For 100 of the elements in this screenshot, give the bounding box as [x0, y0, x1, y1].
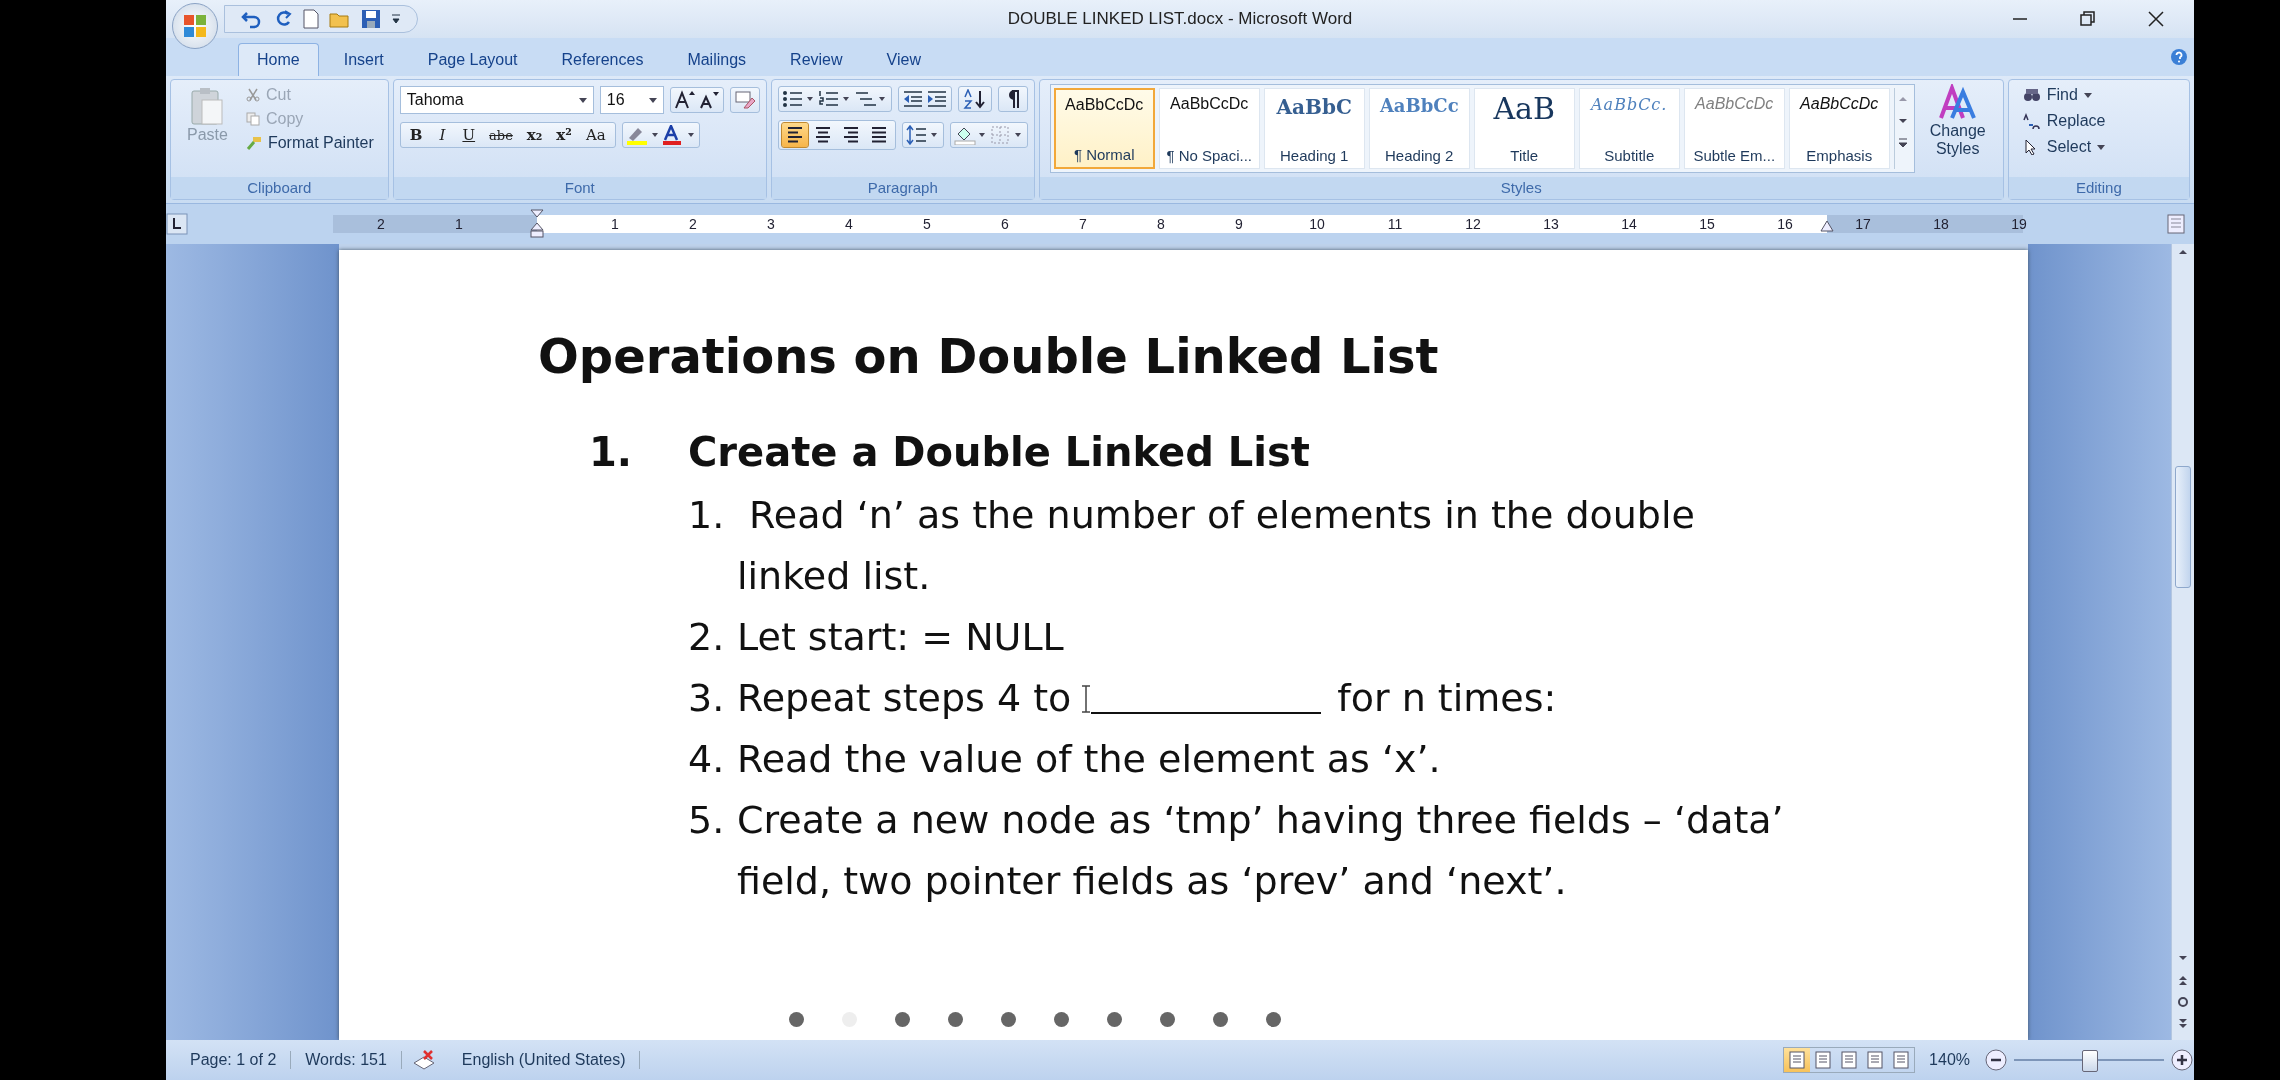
- group-label: Clipboard: [171, 177, 388, 199]
- zoom-in-icon[interactable]: [2170, 1048, 2194, 1072]
- ruler-number: 15: [1699, 215, 1715, 233]
- format-button[interactable]: x²: [550, 125, 578, 145]
- style-preset[interactable]: AaBbCc Heading 2: [1368, 88, 1470, 169]
- undo-icon[interactable]: [241, 9, 263, 29]
- save-icon[interactable]: [361, 9, 381, 29]
- group-label: Editing: [2008, 177, 2189, 199]
- pager-dot[interactable]: [1213, 1012, 1228, 1027]
- help-icon[interactable]: [2170, 48, 2188, 66]
- align-button[interactable]: [781, 123, 808, 147]
- shading-icon[interactable]: [953, 125, 988, 145]
- format-button[interactable]: B: [403, 125, 429, 145]
- ruler-number: 17: [1855, 215, 1871, 233]
- format-button[interactable]: U: [456, 125, 482, 145]
- ribbon-tab[interactable]: View: [867, 43, 940, 76]
- ruler-number: 10: [1309, 215, 1325, 233]
- page-count[interactable]: Page: 1 of 2: [176, 1051, 292, 1069]
- step-text: field, two pointer fields as ‘prev’ and ‘next’.: [737, 858, 1567, 905]
- style-preset[interactable]: AaBbCcDc ¶ No Spaci...: [1158, 88, 1260, 169]
- grow-font-icon[interactable]: [673, 90, 696, 110]
- style-preset[interactable]: AaBbCcDc ¶ Normal: [1053, 88, 1155, 169]
- style-name: Subtle Em...: [1693, 147, 1776, 164]
- close-icon[interactable]: [2148, 11, 2164, 27]
- line-spacing-icon[interactable]: [901, 122, 944, 148]
- step-text: linked list.: [737, 553, 931, 600]
- tab-selector-icon[interactable]: [166, 213, 188, 235]
- style-preset[interactable]: AaBbCc. Subtitle: [1578, 88, 1680, 169]
- section-heading: Create a Double Linked List: [688, 429, 1310, 475]
- zoom-level[interactable]: 140%: [1929, 1051, 1970, 1069]
- ribbon-tab[interactable]: Insert: [324, 43, 403, 76]
- ruler-number: 7: [1079, 215, 1087, 233]
- style-name: Heading 2: [1385, 147, 1454, 164]
- zoom-slider-thumb[interactable]: [2082, 1050, 2098, 1072]
- pilcrow-icon[interactable]: [997, 86, 1028, 112]
- ruler-number: 13: [1543, 215, 1559, 233]
- step-number: 5.: [688, 797, 726, 844]
- brush-icon: [245, 136, 262, 150]
- increase-indent-icon[interactable]: [925, 89, 948, 109]
- style-sample: AaBbCcDc: [1800, 95, 1879, 113]
- editing-command[interactable]: Select: [2018, 136, 2179, 158]
- numbering-icon[interactable]: [817, 89, 852, 109]
- step-number: 2.: [688, 614, 726, 661]
- ribbon-tab[interactable]: Page Layout: [408, 43, 537, 76]
- replace-icon: [2022, 113, 2041, 129]
- font-size-field[interactable]: 16: [599, 86, 664, 114]
- format-button[interactable]: Aa: [579, 125, 612, 145]
- style-name: Heading 1: [1280, 147, 1349, 164]
- style-name: ¶ No Spaci...: [1166, 147, 1253, 164]
- ribbon-tab[interactable]: Mailings: [668, 43, 766, 76]
- clear-formatting-icon[interactable]: [729, 87, 760, 113]
- font-name-field[interactable]: Tahoma: [399, 86, 594, 114]
- customize-caret-icon[interactable]: [391, 13, 401, 25]
- style-sample: AaBbCcDc: [1065, 96, 1144, 114]
- ruler-number: 2: [377, 215, 385, 233]
- pager-dot[interactable]: [948, 1012, 963, 1027]
- ruler-number: 1: [611, 215, 619, 233]
- editing-command[interactable]: Find: [2018, 84, 2179, 106]
- new-document-icon[interactable]: [303, 9, 319, 29]
- language[interactable]: English (United States): [447, 1051, 641, 1069]
- ribbon-tab[interactable]: Review: [771, 43, 862, 76]
- style-preset[interactable]: AaBbCcDc Emphasis: [1788, 88, 1890, 169]
- pager-dot[interactable]: [1266, 1012, 1281, 1027]
- format-button[interactable]: x₂: [520, 125, 549, 145]
- pager-dot[interactable]: [1054, 1012, 1069, 1027]
- copy-icon: [245, 112, 260, 126]
- step-text: Create a new node as ‘tmp’ having three fields – ‘data’: [737, 797, 1784, 844]
- zoom-out-icon[interactable]: [1984, 1048, 2008, 1072]
- style-preset[interactable]: AaBbCcDc Subtle Em...: [1683, 88, 1785, 169]
- ribbon-tab[interactable]: References: [542, 43, 663, 76]
- step-text: Read the value of the element as ‘x’.: [737, 736, 1441, 783]
- clipboard-command[interactable]: Format Painter: [241, 132, 378, 154]
- pager-dot[interactable]: [1001, 1012, 1016, 1027]
- word-count[interactable]: Words: 151: [291, 1051, 402, 1069]
- office-button[interactable]: [172, 3, 218, 49]
- scrollbar-thumb[interactable]: [2175, 466, 2191, 588]
- font-color-icon[interactable]: [661, 125, 696, 145]
- decrease-indent-icon[interactable]: [901, 89, 924, 109]
- letter-icon: [1937, 84, 1978, 122]
- pager-dot[interactable]: [1160, 1012, 1175, 1027]
- format-button[interactable]: abe: [483, 126, 519, 144]
- change-styles-button[interactable]: Change Styles: [1922, 84, 1993, 173]
- format-button[interactable]: I: [430, 125, 455, 145]
- style-sample: AaBbCcDc: [1695, 95, 1774, 113]
- indent-marker-icon[interactable]: [529, 209, 545, 239]
- view-button[interactable]: [1784, 1048, 1811, 1072]
- pager-dot[interactable]: [1107, 1012, 1122, 1027]
- multilevel-list-icon[interactable]: [853, 89, 888, 109]
- editing-command[interactable]: Replace: [2018, 110, 2179, 132]
- restore-icon[interactable]: [2080, 11, 2096, 27]
- bullets-icon[interactable]: [781, 89, 816, 109]
- sort-icon[interactable]: [957, 86, 992, 112]
- style-preset[interactable]: AaBbC Heading 1: [1263, 88, 1365, 169]
- pager-dot[interactable]: [895, 1012, 910, 1027]
- style-preset[interactable]: AaB Title: [1473, 88, 1575, 169]
- shrink-font-icon[interactable]: [697, 90, 720, 110]
- pager-dot[interactable]: [789, 1012, 804, 1027]
- ribbon-tab[interactable]: Home: [238, 43, 319, 76]
- ruler-number: 8: [1157, 215, 1165, 233]
- right-indent-marker-icon[interactable]: [1819, 219, 1835, 233]
